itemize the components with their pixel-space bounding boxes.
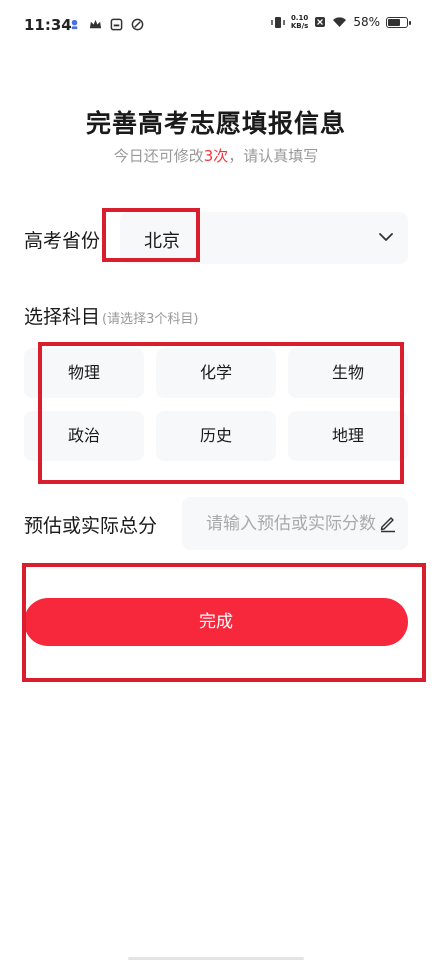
score-label: 预估或实际总分 xyxy=(24,515,158,537)
battery-fill xyxy=(388,18,400,26)
status-time: 11:34 xyxy=(24,16,72,34)
annotation-box-province xyxy=(102,208,200,262)
page-subtitle: 今日还可修改3次，请认真填写 xyxy=(0,145,432,166)
home-indicator[interactable] xyxy=(128,957,304,960)
chevron-down-icon xyxy=(379,233,393,241)
province-label: 高考省份 xyxy=(24,230,101,252)
battery-icon xyxy=(386,16,411,28)
crown-icon xyxy=(89,19,102,29)
annotation-box-subjects xyxy=(38,342,404,484)
subjects-hint: (请选择3个科目) xyxy=(102,312,199,327)
vibrate-icon xyxy=(271,16,285,28)
pencil-icon xyxy=(380,517,395,533)
no-sim-icon xyxy=(315,17,326,27)
score-field xyxy=(182,497,408,550)
wifi-icon xyxy=(333,17,347,27)
system-status: 0.10 KB/s 58% xyxy=(271,14,411,30)
battery-percent: 58% xyxy=(353,15,380,29)
annotation-box-done xyxy=(22,563,426,682)
net-speed-unit: KB/s xyxy=(290,22,309,30)
subtitle-prefix: 今日还可修改 xyxy=(113,147,204,165)
notification-icons xyxy=(68,18,144,31)
net-speed-value: 0.10 xyxy=(290,14,309,22)
subtitle-suffix: ，请认真填写 xyxy=(228,147,319,165)
subjects-label-text: 选择科目 xyxy=(24,306,101,328)
remaining-count: 3次 xyxy=(203,147,229,165)
page-title: 完善高考志愿填报信息 xyxy=(85,109,346,138)
net-speed: 0.10 KB/s xyxy=(291,14,308,30)
subjects-label: 选择科目 (请选择3个科目) xyxy=(24,302,198,329)
score-input[interactable] xyxy=(182,497,382,550)
app-notification-icon xyxy=(71,19,78,30)
link-icon xyxy=(131,18,144,31)
inbox-icon xyxy=(110,18,123,31)
status-bar: 11:34 0.10 KB/s 58% xyxy=(0,0,432,52)
